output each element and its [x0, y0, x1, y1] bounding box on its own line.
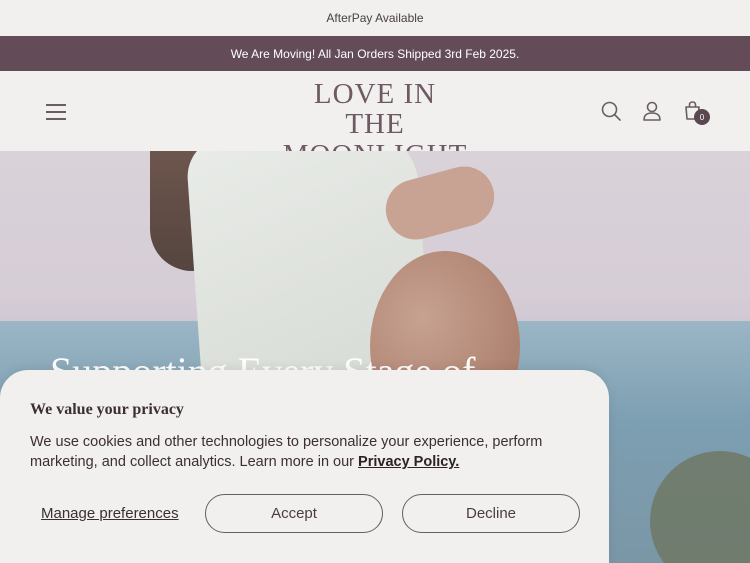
afterpay-announcement: AfterPay Available: [0, 0, 750, 36]
account-icon[interactable]: [641, 100, 663, 122]
accept-button[interactable]: Accept: [205, 494, 383, 533]
search-icon[interactable]: [600, 100, 622, 122]
privacy-policy-link[interactable]: Privacy Policy.: [358, 454, 459, 470]
site-header: LOVE IN THE MOONLIGHT: [0, 71, 750, 171]
privacy-title: We value your privacy: [30, 401, 184, 418]
logo-line-1: LOVE IN THE: [313, 78, 437, 140]
manage-preferences-link[interactable]: Manage preferences: [41, 505, 179, 522]
privacy-body-text: We use cookies and other technologies to…: [30, 434, 543, 470]
moving-announcement-bar: We Are Moving! All Jan Orders Shipped 3r…: [0, 36, 750, 71]
moving-announcement-text: We Are Moving! All Jan Orders Shipped 3r…: [230, 46, 520, 61]
privacy-body: We use cookies and other technologies to…: [30, 432, 570, 472]
cart-count-badge: 0: [694, 109, 710, 125]
decline-button[interactable]: Decline: [402, 494, 580, 533]
privacy-consent-banner: We value your privacy We use cookies and…: [0, 370, 609, 563]
afterpay-text: AfterPay Available: [326, 11, 424, 25]
menu-icon[interactable]: [46, 102, 66, 120]
brand-logo[interactable]: LOVE IN THE MOONLIGHT: [282, 78, 468, 171]
